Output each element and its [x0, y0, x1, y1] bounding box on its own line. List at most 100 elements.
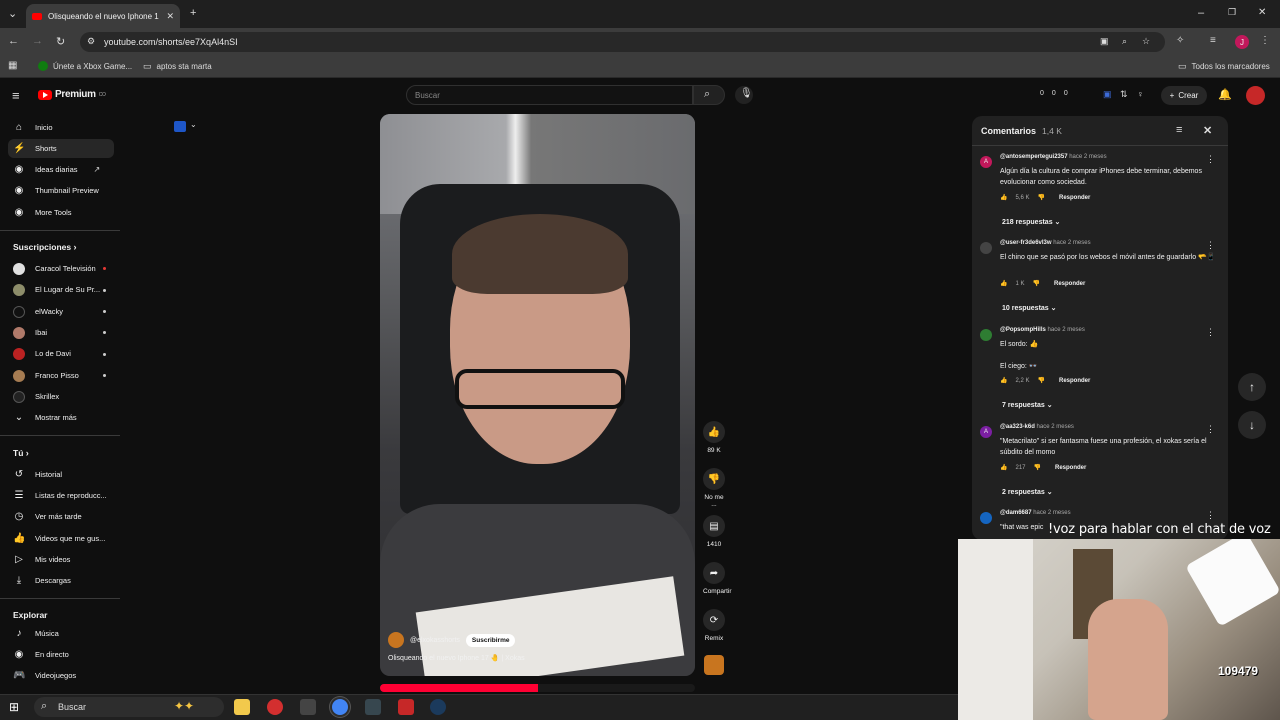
sidebar-item-historial[interactable]: ↺ Historial: [8, 465, 114, 484]
all-bookmarks[interactable]: ▭ Todos los marcadores: [1178, 61, 1270, 72]
back-icon[interactable]: ←: [8, 35, 19, 47]
view-replies-button[interactable]: 7 respuestas ⌄: [1002, 401, 1053, 409]
sidebar-sub-item[interactable]: El Lugar de Su Pr...: [8, 280, 114, 299]
chevron-down-icon[interactable]: ⌄: [190, 120, 197, 129]
reply-button[interactable]: Responder: [1054, 281, 1085, 287]
comment-menu-icon[interactable]: ⋮: [1206, 510, 1215, 521]
comment-avatar[interactable]: A: [980, 426, 992, 438]
voice-search-button[interactable]: 🎙: [735, 86, 753, 104]
youtube-premium-logo[interactable]: Premium CO: [38, 89, 106, 100]
file-explorer-icon[interactable]: [234, 699, 250, 715]
comment-avatar[interactable]: [980, 242, 992, 254]
next-short-button[interactable]: ↓: [1238, 411, 1266, 439]
app-icon[interactable]: [365, 699, 381, 715]
sort-icon[interactable]: ≡: [1176, 124, 1182, 136]
view-replies-button[interactable]: 10 respuestas ⌄: [1002, 304, 1057, 312]
steam-icon[interactable]: [430, 699, 446, 715]
sidebar-sub-item[interactable]: Ibai: [8, 323, 114, 342]
sidebar-item-live[interactable]: ◉ En directo: [8, 645, 114, 664]
sidebar-item-shorts[interactable]: ⚡ Shorts: [8, 139, 114, 158]
shorts-video-player[interactable]: [380, 114, 695, 676]
like-icon[interactable]: 👍: [1000, 464, 1007, 471]
you-heading[interactable]: Tú ›: [13, 448, 29, 458]
sidebar-item-watch-later[interactable]: ◷ Ver más tarde: [8, 507, 114, 526]
sidebar-item-more-tools[interactable]: ◉ More Tools: [8, 203, 114, 222]
sidebar-sub-item[interactable]: Lo de Davi: [8, 344, 114, 363]
remix-button[interactable]: ⟳ Remix: [703, 609, 725, 642]
chrome-icon[interactable]: [332, 699, 348, 715]
hamburger-menu-icon[interactable]: ≡: [12, 88, 20, 103]
dislike-button[interactable]: 👎 No me ...: [703, 468, 725, 508]
window-close-icon[interactable]: ✕: [1258, 7, 1266, 18]
notifications-bell-icon[interactable]: 🔔: [1218, 88, 1232, 101]
sidebar-sub-item[interactable]: Franco Pisso: [8, 366, 114, 385]
like-button[interactable]: 👍 89 K: [703, 421, 725, 454]
subscribe-button[interactable]: Suscribirme: [465, 633, 516, 647]
comment-avatar[interactable]: A: [980, 156, 992, 168]
sidebar-show-more[interactable]: ⌄ Mostrar más: [8, 408, 114, 427]
search-input[interactable]: Buscar: [406, 85, 693, 105]
search-button[interactable]: ⌕: [693, 85, 725, 105]
extensions-icon[interactable]: ✧: [1176, 35, 1184, 46]
dislike-icon[interactable]: 👎: [1034, 464, 1041, 471]
comments-button[interactable]: ▤ 1410: [703, 515, 725, 548]
comment-menu-icon[interactable]: ⋮: [1206, 424, 1215, 435]
sidebar-sub-item[interactable]: Skrillex: [8, 387, 114, 406]
subscriptions-heading[interactable]: Suscripciones ›: [13, 242, 76, 252]
dislike-icon[interactable]: 👎: [1038, 194, 1045, 201]
account-avatar[interactable]: [1246, 86, 1265, 105]
sidebar-item-inicio[interactable]: ⌂ Inicio: [8, 118, 114, 137]
taskbar-search[interactable]: ⌕ Buscar ✦✦: [34, 697, 224, 717]
opera-icon[interactable]: [267, 699, 283, 715]
new-tab-icon[interactable]: +: [190, 7, 196, 19]
sidebar-item-ideas[interactable]: ◉ Ideas diarias ↗: [8, 160, 114, 179]
dislike-icon[interactable]: 👎: [1038, 377, 1045, 384]
create-button[interactable]: + Crear: [1161, 86, 1207, 105]
comment-menu-icon[interactable]: ⋮: [1206, 240, 1215, 251]
comment-avatar[interactable]: [980, 512, 992, 524]
cast-icon[interactable]: ▣: [1100, 36, 1109, 47]
windows-start-icon[interactable]: ⊞: [9, 700, 19, 714]
video-progress-bar[interactable]: [380, 684, 695, 692]
sidebar-item-thumbnail-preview[interactable]: ◉ Thumbnail Preview: [8, 181, 114, 200]
comment-avatar[interactable]: [980, 329, 992, 341]
extension-badge-icon[interactable]: [174, 121, 186, 132]
close-icon[interactable]: ✕: [1203, 124, 1212, 137]
comment-menu-icon[interactable]: ⋮: [1206, 327, 1215, 338]
browser-tab-active[interactable]: Olisqueando el nuevo Iphone 1 ✕: [26, 4, 180, 28]
channel-avatar[interactable]: [388, 632, 404, 648]
profile-avatar[interactable]: J: [1235, 35, 1249, 49]
bookmark-xbox[interactable]: Únete a Xbox Game...: [38, 61, 132, 71]
like-icon[interactable]: 👍: [1000, 194, 1007, 201]
comment-author[interactable]: @PopsompHills: [1000, 327, 1046, 333]
close-tab-icon[interactable]: ✕: [166, 11, 174, 22]
share-button[interactable]: ➦ Compartir: [703, 562, 732, 595]
comment-menu-icon[interactable]: ⋮: [1206, 154, 1215, 165]
restore-icon[interactable]: ❐: [1228, 7, 1236, 18]
browser-menu-icon[interactable]: ⋮: [1260, 35, 1270, 46]
tab-list-icon[interactable]: ⌄: [8, 7, 17, 20]
reply-button[interactable]: Responder: [1059, 378, 1090, 384]
address-bar[interactable]: ⚙ youtube.com/shorts/ee7XqAl4nSI ▣ ⌕ ☆: [80, 32, 1165, 52]
apps-grid-icon[interactable]: ▦: [8, 60, 17, 71]
reload-icon[interactable]: ↻: [56, 35, 65, 48]
extension-icon[interactable]: ⇅: [1120, 89, 1128, 100]
like-icon[interactable]: 👍: [1000, 280, 1007, 287]
sidebar-sub-item[interactable]: elWacky: [8, 302, 114, 321]
sidebar-item-playlists[interactable]: ☰ Listas de reproducc...: [8, 486, 114, 505]
view-replies-button[interactable]: 218 respuestas ⌄: [1002, 218, 1060, 226]
site-info-icon[interactable]: ⚙: [87, 36, 95, 47]
sidebar-item-my-videos[interactable]: ▷ Mis videos: [8, 550, 114, 569]
sidebar-sub-item[interactable]: Caracol Televisión: [8, 259, 114, 278]
sidebar-item-liked[interactable]: 👍 Videos que me gus...: [8, 529, 114, 548]
app-icon[interactable]: [398, 699, 414, 715]
app-icon[interactable]: [300, 699, 316, 715]
sidebar-item-music[interactable]: ♪ Música: [8, 624, 114, 643]
sidebar-item-gaming[interactable]: 🎮 Videojuegos: [8, 666, 114, 685]
bookmark-star-icon[interactable]: ☆: [1142, 36, 1150, 47]
tubebuddy-icon[interactable]: ▣: [1103, 89, 1112, 100]
comment-author[interactable]: @antosempertegui2357: [1000, 154, 1068, 160]
sound-thumbnail[interactable]: [704, 655, 724, 675]
previous-short-button[interactable]: ↑: [1238, 373, 1266, 401]
comment-author[interactable]: @aa323-k6d: [1000, 424, 1035, 430]
